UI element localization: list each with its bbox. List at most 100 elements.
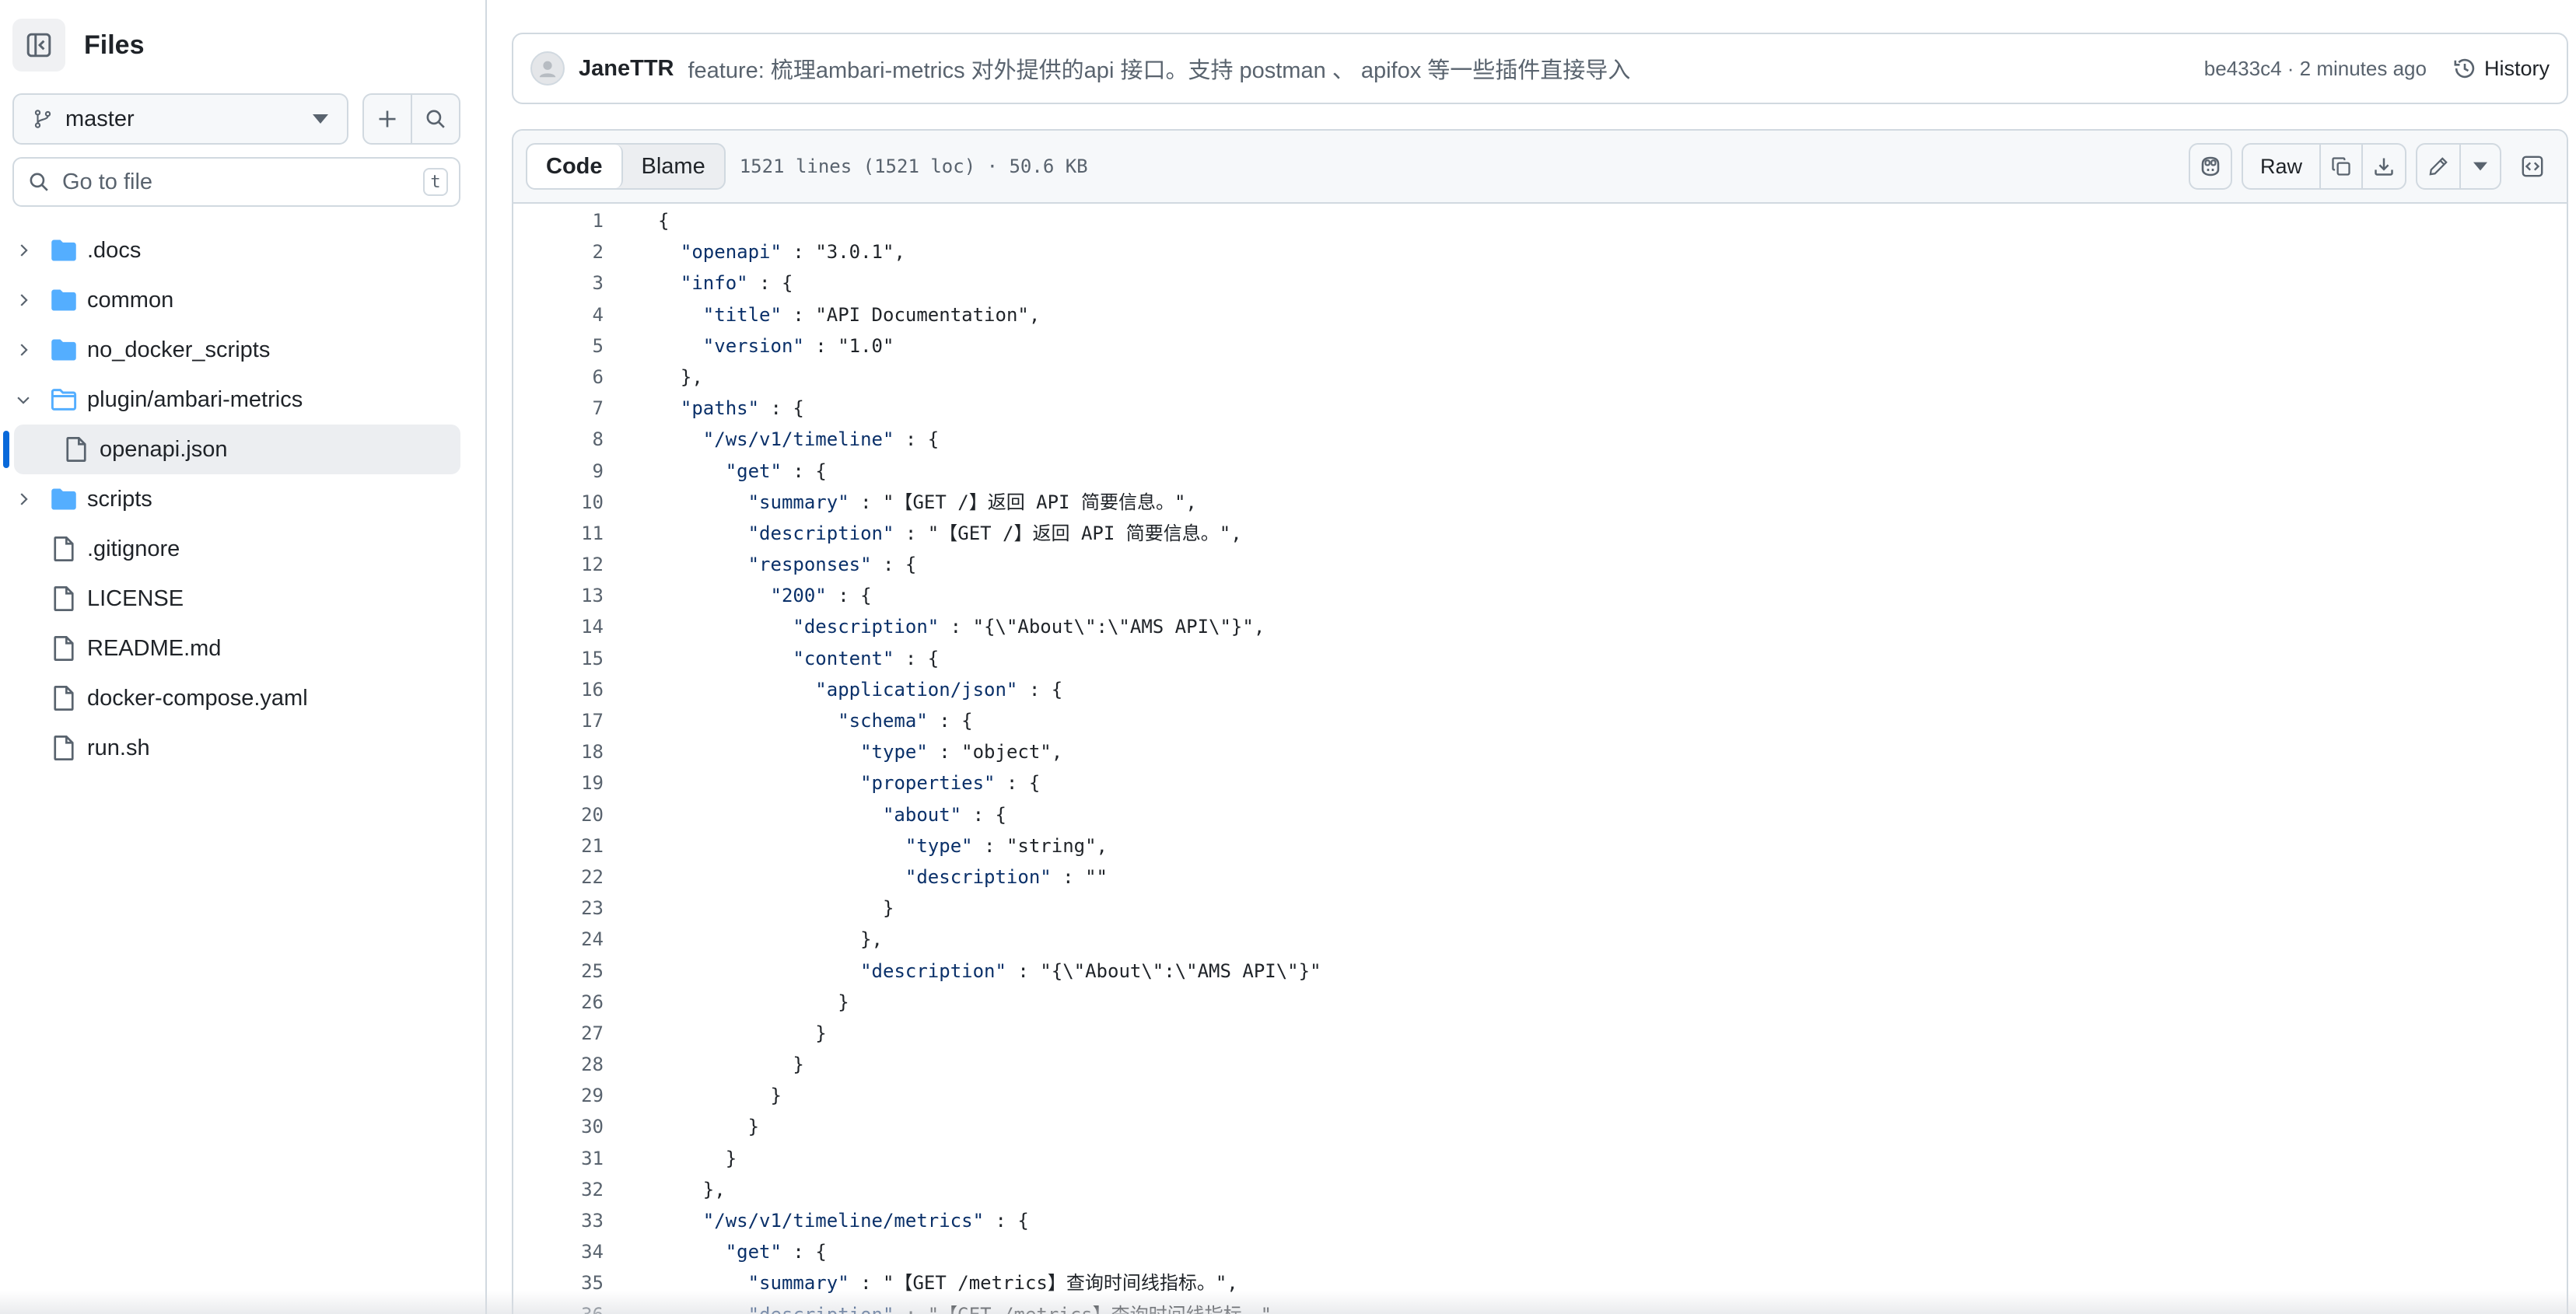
symbols-panel-button[interactable] — [2511, 143, 2554, 190]
copilot-icon — [2201, 156, 2220, 176]
line-content: "info" : { — [680, 272, 793, 295]
tree-item-docker-compose[interactable]: docker-compose.yaml — [0, 673, 467, 723]
line-number[interactable]: 21 — [513, 830, 604, 861]
chevron-right-icon[interactable] — [12, 239, 34, 261]
add-file-button[interactable] — [364, 95, 412, 143]
line-number[interactable]: 8 — [513, 424, 604, 455]
line-number[interactable]: 6 — [513, 362, 604, 393]
line-content: "responses" : { — [747, 554, 917, 576]
code-line: 7 "paths" : { — [513, 393, 2567, 424]
line-number[interactable]: 14 — [513, 611, 604, 642]
code-line: 18 "type" : "object", — [513, 736, 2567, 767]
tree-item-label: README.md — [87, 636, 222, 661]
copy-button[interactable] — [2321, 145, 2363, 188]
line-number[interactable]: 7 — [513, 393, 604, 424]
line-content: } — [658, 1054, 804, 1076]
line-number[interactable]: 5 — [513, 330, 604, 362]
tab-code[interactable]: Code — [527, 145, 623, 188]
tree-item-readme[interactable]: README.md — [0, 624, 467, 673]
sidebar-title: Files — [84, 30, 145, 60]
history-button[interactable]: History — [2453, 57, 2550, 81]
tree-item-license[interactable]: LICENSE — [0, 574, 467, 624]
line-number[interactable]: 33 — [513, 1205, 604, 1236]
view-mode-toggle: Code Blame — [526, 143, 726, 190]
collapse-sidebar-button[interactable] — [12, 19, 65, 72]
sidebar-collapse-icon — [26, 33, 51, 58]
edit-file-button[interactable] — [2417, 145, 2461, 188]
tree-item-docs[interactable]: .docs — [0, 225, 467, 275]
copy-icon — [2332, 157, 2350, 176]
tree-item-common[interactable]: common — [0, 275, 467, 325]
line-number[interactable]: 35 — [513, 1267, 604, 1298]
copilot-button[interactable] — [2188, 143, 2232, 190]
edit-options-dropdown[interactable] — [2461, 145, 2500, 188]
line-number[interactable]: 34 — [513, 1236, 604, 1267]
line-number[interactable]: 17 — [513, 705, 604, 736]
line-number[interactable]: 12 — [513, 549, 604, 580]
line-number[interactable]: 13 — [513, 580, 604, 611]
download-button[interactable] — [2363, 145, 2405, 188]
line-number[interactable]: 15 — [513, 643, 604, 674]
tab-blame[interactable]: Blame — [623, 145, 724, 188]
line-number[interactable]: 23 — [513, 893, 604, 924]
caret-down-icon — [2473, 162, 2487, 171]
line-content: "200" : { — [770, 585, 872, 607]
commit-meta[interactable]: be433c4 · 2 minutes ago — [2204, 57, 2427, 81]
tree-item-scripts[interactable]: scripts — [0, 474, 467, 524]
line-number[interactable]: 22 — [513, 861, 604, 893]
raw-button[interactable]: Raw — [2243, 145, 2321, 188]
go-to-file-input[interactable]: Go to file t — [12, 157, 460, 207]
line-number[interactable]: 26 — [513, 987, 604, 1018]
code-line: 26 } — [513, 987, 2567, 1018]
code-line: 9 "get" : { — [513, 456, 2567, 487]
line-content: "title" : "API Documentation", — [702, 303, 1041, 326]
chevron-down-icon[interactable] — [12, 389, 34, 411]
chevron-right-icon[interactable] — [12, 488, 34, 510]
line-number[interactable]: 29 — [513, 1080, 604, 1111]
chevron-right-icon[interactable] — [12, 289, 34, 311]
line-number[interactable]: 28 — [513, 1049, 604, 1080]
line-number[interactable]: 3 — [513, 267, 604, 299]
branch-selector[interactable]: master — [12, 93, 348, 145]
line-number[interactable]: 24 — [513, 924, 604, 955]
line-number[interactable]: 36 — [513, 1299, 604, 1314]
line-number[interactable]: 19 — [513, 767, 604, 799]
tree-item-run-sh[interactable]: run.sh — [0, 723, 467, 773]
code-line: 8 "/ws/v1/timeline" : { — [513, 424, 2567, 455]
tree-item-plugin-ambari-metrics[interactable]: plugin/ambari-metrics — [0, 375, 467, 425]
line-number[interactable]: 27 — [513, 1018, 604, 1049]
edit-group — [2416, 143, 2501, 190]
commit-author[interactable]: JaneTTR — [579, 56, 674, 82]
line-number[interactable]: 30 — [513, 1111, 604, 1142]
code-line: 27 } — [513, 1018, 2567, 1049]
line-content: "type" : "object", — [860, 741, 1063, 764]
line-number[interactable]: 32 — [513, 1174, 604, 1205]
code-line: 16 "application/json" : { — [513, 674, 2567, 705]
user-avatar-icon — [539, 61, 556, 78]
line-number[interactable]: 1 — [513, 205, 604, 236]
code-line: 3 "info" : { — [513, 267, 2567, 299]
line-number[interactable]: 18 — [513, 736, 604, 767]
line-content: "about" : { — [882, 803, 1006, 826]
history-icon — [2454, 58, 2475, 79]
commit-message[interactable]: feature: 梳理ambari-metrics 对外提供的api 接口。支持… — [688, 52, 2203, 85]
chevron-right-icon[interactable] — [12, 339, 34, 361]
line-number[interactable]: 25 — [513, 956, 604, 987]
search-files-button[interactable] — [412, 95, 459, 143]
line-number[interactable]: 20 — [513, 799, 604, 830]
line-number[interactable]: 31 — [513, 1143, 604, 1174]
code-view[interactable]: 1{2 "openapi" : "3.0.1", 3 "info" : {4 "t… — [513, 205, 2567, 1314]
latest-commit-bar: JaneTTR feature: 梳理ambari-metrics 对外提供的a… — [512, 33, 2568, 104]
folder-open-icon — [51, 389, 77, 411]
line-number[interactable]: 4 — [513, 299, 604, 330]
line-number[interactable]: 2 — [513, 236, 604, 267]
line-number[interactable]: 9 — [513, 456, 604, 487]
tree-item-openapi-json[interactable]: openapi.json — [3, 425, 460, 474]
avatar[interactable] — [530, 51, 565, 86]
line-content: "description" : "【GET /metrics】查询时间线指标。"… — [658, 1299, 1283, 1314]
tree-item-gitignore[interactable]: .gitignore — [0, 524, 467, 574]
tree-item-no-docker-scripts[interactable]: no_docker_scripts — [0, 325, 467, 375]
line-number[interactable]: 11 — [513, 518, 604, 549]
line-number[interactable]: 16 — [513, 674, 604, 705]
line-number[interactable]: 10 — [513, 487, 604, 518]
